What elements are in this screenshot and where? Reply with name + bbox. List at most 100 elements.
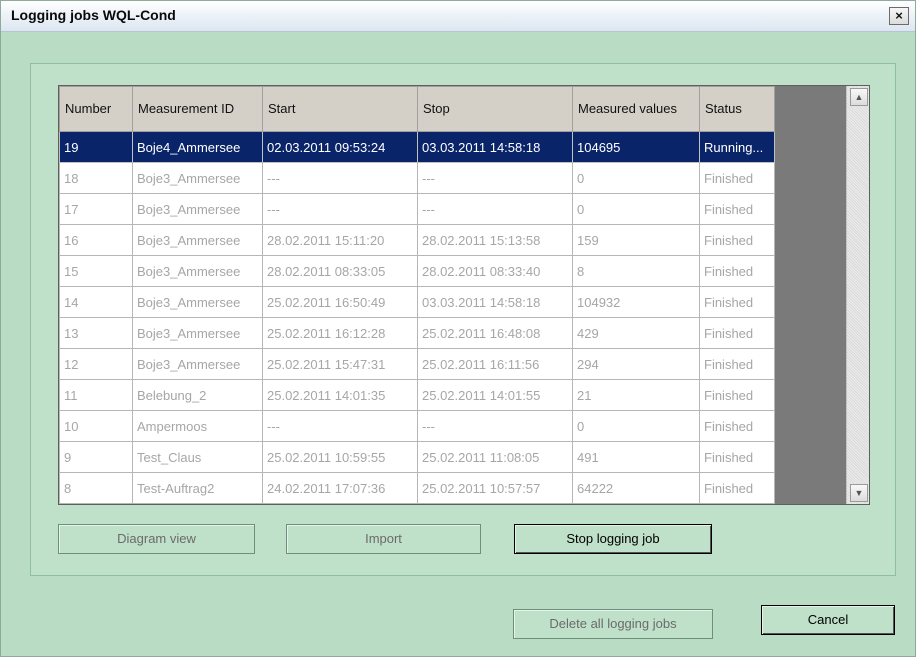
table-cell: Boje3_Ammersee xyxy=(132,286,263,318)
column-header[interactable]: Measurement ID xyxy=(132,86,263,132)
table-cell: 25.02.2011 16:12:28 xyxy=(262,317,418,349)
table-cell: 03.03.2011 14:58:18 xyxy=(417,286,573,318)
column-header[interactable]: Stop xyxy=(417,86,573,132)
jobs-table: Number Measurement ID Start Stop Measured va… xyxy=(59,86,775,504)
table-cell: 18 xyxy=(59,162,133,194)
table-cell: Test_Claus xyxy=(132,441,263,473)
table-cell: 28.02.2011 15:11:20 xyxy=(262,224,418,256)
table-cell: Boje3_Ammersee xyxy=(132,255,263,287)
table-row[interactable]: 10 Ampermoos --- --- 0 Finished xyxy=(59,410,775,442)
table-cell: 159 xyxy=(572,224,700,256)
table-cell: 25.02.2011 10:59:55 xyxy=(262,441,418,473)
table-cell: 19 xyxy=(59,131,133,163)
vertical-scrollbar[interactable]: ▲ ▼ xyxy=(846,86,869,504)
column-header[interactable]: Number xyxy=(59,86,133,132)
table-cell: Boje3_Ammersee xyxy=(132,348,263,380)
table-cell: 03.03.2011 14:58:18 xyxy=(417,131,573,163)
table-cell: 25.02.2011 16:48:08 xyxy=(417,317,573,349)
column-header[interactable]: Start xyxy=(262,86,418,132)
table-cell: 25.02.2011 11:08:05 xyxy=(417,441,573,473)
table-cell: 17 xyxy=(59,193,133,225)
table-cell: 02.03.2011 09:53:24 xyxy=(262,131,418,163)
scroll-up-icon[interactable]: ▲ xyxy=(850,88,868,106)
table-cell: 491 xyxy=(572,441,700,473)
table-cell: Finished xyxy=(699,255,775,287)
stop-logging-job-button[interactable]: Stop logging job xyxy=(514,524,712,554)
table-cell: --- xyxy=(417,162,573,194)
logging-jobs-grid: Number Measurement ID Start Stop Measured va… xyxy=(58,85,870,505)
table-cell: Ampermoos xyxy=(132,410,263,442)
table-cell: 429 xyxy=(572,317,700,349)
table-cell: 13 xyxy=(59,317,133,349)
table-row[interactable]: 11 Belebung_2 25.02.2011 14:01:35 25.02.201… xyxy=(59,379,775,411)
table-cell: Finished xyxy=(699,379,775,411)
table-cell: 25.02.2011 10:57:57 xyxy=(417,472,573,504)
table-cell: 294 xyxy=(572,348,700,380)
table-cell: --- xyxy=(262,410,418,442)
table-row[interactable]: 18 Boje3_Ammersee --- --- 0 Finished xyxy=(59,162,775,194)
table-cell: 16 xyxy=(59,224,133,256)
table-cell: 12 xyxy=(59,348,133,380)
table-row[interactable]: 12 Boje3_Ammersee 25.02.2011 15:47:31 25.02… xyxy=(59,348,775,380)
table-row[interactable]: 8 Test-Auftrag2 24.02.2011 17:07:36 25.02.2… xyxy=(59,472,775,504)
table-row[interactable]: 16 Boje3_Ammersee 28.02.2011 15:11:20 28.02… xyxy=(59,224,775,256)
table-cell: Finished xyxy=(699,193,775,225)
table-row[interactable]: 19 Boje4_Ammersee 02.03.2011 09:53:24 03.03… xyxy=(59,131,775,163)
column-header[interactable]: Measured values xyxy=(572,86,700,132)
table-cell: 25.02.2011 14:01:35 xyxy=(262,379,418,411)
table-cell: 9 xyxy=(59,441,133,473)
table-cell: --- xyxy=(262,193,418,225)
table-row[interactable]: 9 Test_Claus 25.02.2011 10:59:55 25.02.2011… xyxy=(59,441,775,473)
table-cell: Finished xyxy=(699,472,775,504)
table-cell: Running... xyxy=(699,131,775,163)
table-cell: 0 xyxy=(572,193,700,225)
table-cell: Finished xyxy=(699,441,775,473)
table-cell: --- xyxy=(417,193,573,225)
cancel-button[interactable]: Cancel xyxy=(761,605,895,635)
table-row[interactable]: 17 Boje3_Ammersee --- --- 0 Finished xyxy=(59,193,775,225)
table-cell: 0 xyxy=(572,410,700,442)
table-cell: Test-Auftrag2 xyxy=(132,472,263,504)
table-cell: --- xyxy=(417,410,573,442)
table-cell: 8 xyxy=(572,255,700,287)
table-row[interactable]: 15 Boje3_Ammersee 28.02.2011 08:33:05 28.02… xyxy=(59,255,775,287)
table-cell: Boje3_Ammersee xyxy=(132,162,263,194)
table-cell: Boje3_Ammersee xyxy=(132,224,263,256)
table-cell: Boje3_Ammersee xyxy=(132,317,263,349)
table-cell: 28.02.2011 08:33:40 xyxy=(417,255,573,287)
dialog-window: Logging jobs WQL-Cond × Number Measuremen… xyxy=(0,0,916,657)
table-cell: 14 xyxy=(59,286,133,318)
scroll-down-icon[interactable]: ▼ xyxy=(850,484,868,502)
table-cell: Finished xyxy=(699,224,775,256)
table-row[interactable]: 14 Boje3_Ammersee 25.02.2011 16:50:49 03.03… xyxy=(59,286,775,318)
table-cell: 64222 xyxy=(572,472,700,504)
table-cell: Boje3_Ammersee xyxy=(132,193,263,225)
table-cell: 11 xyxy=(59,379,133,411)
table-cell: Finished xyxy=(699,317,775,349)
table-cell: 28.02.2011 15:13:58 xyxy=(417,224,573,256)
table-cell: 10 xyxy=(59,410,133,442)
table-cell: Finished xyxy=(699,286,775,318)
table-cell: 21 xyxy=(572,379,700,411)
table-cell: Boje4_Ammersee xyxy=(132,131,263,163)
table-cell: 15 xyxy=(59,255,133,287)
table-cell: Finished xyxy=(699,410,775,442)
table-header-row: Number Measurement ID Start Stop Measured va… xyxy=(59,86,775,132)
table-row[interactable]: 13 Boje3_Ammersee 25.02.2011 16:12:28 25.02… xyxy=(59,317,775,349)
table-cell: 25.02.2011 16:11:56 xyxy=(417,348,573,380)
table-cell: 25.02.2011 16:50:49 xyxy=(262,286,418,318)
table-cell: 104932 xyxy=(572,286,700,318)
table-cell: Belebung_2 xyxy=(132,379,263,411)
table-cell: 0 xyxy=(572,162,700,194)
table-cell: 24.02.2011 17:07:36 xyxy=(262,472,418,504)
table-cell: 104695 xyxy=(572,131,700,163)
delete-all-logging-jobs-button[interactable]: Delete all logging jobs xyxy=(513,609,713,639)
diagram-view-button[interactable]: Diagram view xyxy=(58,524,255,554)
close-icon[interactable]: × xyxy=(889,7,909,25)
column-header[interactable]: Status xyxy=(699,86,775,132)
table-cell: Finished xyxy=(699,348,775,380)
table-cell: --- xyxy=(262,162,418,194)
table-cell: Finished xyxy=(699,162,775,194)
window-title: Logging jobs WQL-Cond xyxy=(11,7,176,23)
import-button[interactable]: Import xyxy=(286,524,481,554)
